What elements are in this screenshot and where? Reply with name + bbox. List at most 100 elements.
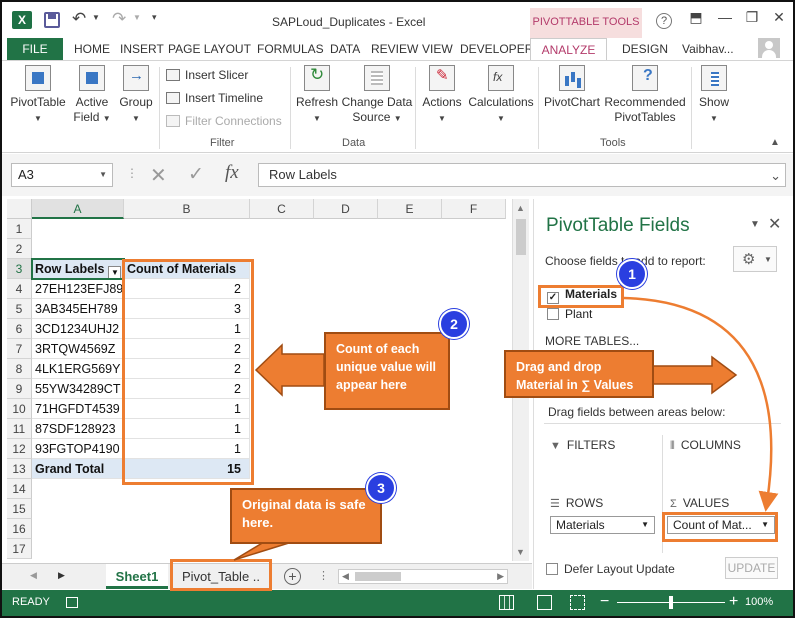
select-all-corner[interactable] [7, 199, 32, 219]
pivot-row-label[interactable]: 93FGTOP4190 [32, 439, 124, 459]
page-layout-view-icon[interactable] [537, 595, 552, 610]
sheet-tab-sheet1[interactable]: Sheet1 [106, 564, 168, 589]
tab-analyze[interactable]: ANALYZE [530, 38, 607, 60]
sheet-next-icon[interactable]: ▶ [58, 570, 65, 581]
pivot-row-label[interactable]: 55YW34289CT [32, 379, 124, 399]
scroll-up-icon[interactable]: ▲ [516, 203, 525, 213]
checkbox-checked-icon[interactable]: ✓ [547, 292, 559, 304]
horizontal-scrollbar[interactable]: ◀ ▶ [338, 569, 508, 584]
restore-icon[interactable]: ❐ [741, 9, 763, 29]
collapse-ribbon-icon[interactable]: ▲ [770, 137, 780, 148]
row-header-5[interactable]: 5 [7, 299, 32, 319]
tab-file[interactable]: FILE [7, 38, 63, 60]
tab-data[interactable]: DATA [330, 38, 360, 60]
expand-formula-icon[interactable]: ⌄ [770, 165, 781, 187]
chevron-down-icon[interactable]: ▼ [99, 164, 107, 186]
row-header-1[interactable]: 1 [7, 219, 32, 239]
zoom-level[interactable]: 100% [745, 596, 773, 608]
row-header-15[interactable]: 15 [7, 499, 32, 519]
row-header-10[interactable]: 10 [7, 399, 32, 419]
save-icon[interactable] [44, 12, 60, 28]
row-header-8[interactable]: 8 [7, 359, 32, 379]
pivot-row-count[interactable]: 3 [124, 299, 250, 319]
tab-home[interactable]: HOME [74, 38, 110, 60]
add-sheet-icon[interactable]: + [284, 568, 301, 585]
zoom-in-icon[interactable]: + [729, 593, 738, 611]
page-break-view-icon[interactable] [570, 595, 585, 610]
row-labels-filter-icon[interactable]: ▼ [108, 266, 122, 278]
field-plant[interactable]: Plant [547, 307, 592, 321]
column-header-d[interactable]: D [314, 199, 378, 219]
tab-review[interactable]: REVIEW [371, 38, 418, 60]
horizontal-scroll-thumb[interactable] [355, 572, 401, 581]
vertical-scroll-thumb[interactable] [516, 219, 526, 255]
row-header-13[interactable]: 13 [7, 459, 32, 479]
pivot-row-count[interactable]: 2 [124, 339, 250, 359]
pivot-row-label[interactable]: 27EH123EFJ89 [32, 279, 124, 299]
pivot-row-count[interactable]: 2 [124, 359, 250, 379]
more-tables-link[interactable]: MORE TABLES... [545, 334, 639, 348]
pivot-row-label[interactable]: 87SDF128923 [32, 419, 124, 439]
recommended-pivottables-button[interactable]: Recommended PivotTables [602, 65, 688, 125]
grand-total-count[interactable]: 15 [124, 459, 250, 479]
customize-qat-icon[interactable]: ▾ [152, 12, 157, 23]
values-field-dropdown[interactable]: Count of Mat... ▼ [667, 516, 775, 534]
field-materials[interactable]: ✓ Materials [547, 287, 617, 304]
pivot-row-count[interactable]: 1 [124, 419, 250, 439]
show-button[interactable]: Show ▼ [696, 65, 732, 126]
scroll-left-icon[interactable]: ◀ [342, 571, 349, 582]
close-icon[interactable]: ✕ [768, 9, 790, 29]
row-header-9[interactable]: 9 [7, 379, 32, 399]
tab-insert[interactable]: INSERT [120, 38, 164, 60]
column-header-c[interactable]: C [250, 199, 314, 219]
user-name[interactable]: Vaibhav... [682, 38, 734, 60]
pivot-row-label[interactable]: 71HGFDT4539 [32, 399, 124, 419]
insert-slicer-button[interactable]: Insert Slicer [166, 65, 248, 85]
change-data-source-button[interactable]: Change Data Source ▼ [340, 65, 414, 126]
enter-icon[interactable]: ✓ [188, 163, 204, 186]
row-header-7[interactable]: 7 [7, 339, 32, 359]
zoom-slider-thumb[interactable] [669, 596, 673, 609]
pivot-row-count[interactable]: 1 [124, 399, 250, 419]
column-header-a[interactable]: A [32, 199, 124, 219]
row-header-4[interactable]: 4 [7, 279, 32, 299]
filter-connections-button[interactable]: Filter Connections [166, 111, 282, 131]
help-icon[interactable]: ? [656, 13, 672, 29]
formula-input[interactable]: Row Labels ⌄ [258, 163, 786, 187]
ribbon-display-icon[interactable]: ⬒ [685, 9, 707, 29]
zoom-out-icon[interactable]: − [600, 593, 609, 611]
row-header-3[interactable]: 3 [7, 259, 32, 279]
column-header-b[interactable]: B [124, 199, 250, 219]
cancel-icon[interactable]: ✕ [150, 163, 167, 188]
rows-field-dropdown[interactable]: Materials ▼ [550, 516, 655, 534]
sheet-tab-pivot-table[interactable]: Pivot_Table .. [172, 564, 270, 589]
pivot-row-count[interactable]: 1 [124, 319, 250, 339]
tab-view[interactable]: VIEW [422, 38, 453, 60]
redo-icon[interactable]: ↷ [112, 9, 126, 29]
undo-icon[interactable]: ↶ [72, 9, 86, 29]
scroll-right-icon[interactable]: ▶ [497, 571, 504, 582]
insert-function-icon[interactable]: fx [225, 162, 239, 184]
row-header-16[interactable]: 16 [7, 519, 32, 539]
avatar[interactable] [758, 38, 780, 58]
update-button[interactable]: UPDATE [725, 557, 778, 579]
pivottable-button[interactable]: PivotTable ▼ [8, 65, 68, 126]
pivot-count-header[interactable]: Count of Materials [124, 259, 250, 279]
row-header-17[interactable]: 17 [7, 539, 32, 559]
row-header-14[interactable]: 14 [7, 479, 32, 499]
checkbox-icon[interactable] [546, 563, 558, 575]
pivot-row-label[interactable]: 4LK1ERG569Y [32, 359, 124, 379]
pivot-row-count[interactable]: 2 [124, 279, 250, 299]
pivot-row-count[interactable]: 1 [124, 439, 250, 459]
pivot-row-label[interactable]: 3RTQW4569Z [32, 339, 124, 359]
checkbox-icon[interactable] [547, 308, 559, 320]
pivot-row-label[interactable]: 3AB345EH789 [32, 299, 124, 319]
scroll-down-icon[interactable]: ▼ [516, 547, 525, 557]
redo-dropdown-icon[interactable]: ▼ [133, 13, 141, 22]
row-header-11[interactable]: 11 [7, 419, 32, 439]
tab-design[interactable]: DESIGN [622, 38, 668, 60]
tab-formulas[interactable]: FORMULAS [257, 38, 324, 60]
sheet-prev-icon[interactable]: ◀ [30, 570, 37, 581]
pivotchart-button[interactable]: PivotChart [542, 65, 602, 110]
tab-page-layout[interactable]: PAGE LAYOUT [168, 38, 251, 60]
